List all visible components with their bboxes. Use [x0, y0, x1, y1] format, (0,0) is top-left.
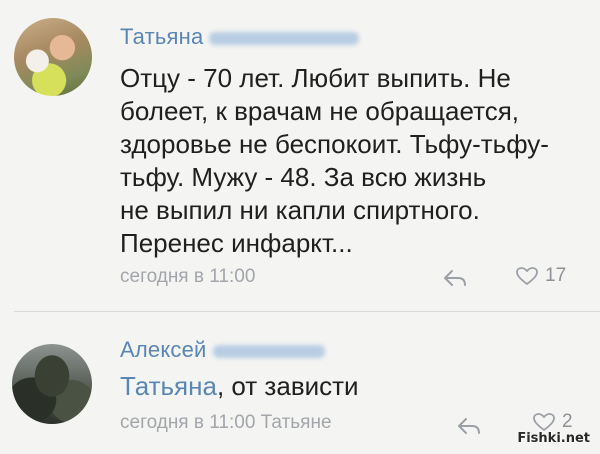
avatar[interactable]: [14, 18, 92, 96]
comment-timestamp[interactable]: сегодня в 11:00: [120, 266, 255, 288]
like-button[interactable]: 2: [532, 411, 573, 433]
heart-outline-icon: [516, 267, 538, 285]
watermark: Fishki.net: [517, 431, 590, 446]
reply-text: , от зависти: [216, 371, 359, 401]
comment-author[interactable]: Татьяна: [120, 24, 360, 50]
comment-text: Татьяна, от зависти: [120, 370, 590, 403]
reply-arrow-icon[interactable]: [456, 416, 482, 436]
comment-text-line: не выпил ни капли спиртного.: [120, 195, 480, 225]
comment-author[interactable]: Алексей: [120, 337, 325, 363]
like-count: 2: [562, 411, 573, 432]
comment-text-line: болеет, к врачам не обращается,: [120, 96, 520, 126]
comment-text: Отцу - 70 лет. Любит выпить. Не болеет, …: [120, 62, 590, 260]
comment-text-line: Отцу - 70 лет. Любит выпить. Не: [120, 63, 511, 93]
like-button[interactable]: 17: [515, 265, 566, 287]
comment-text-line: Татьяна, от зависти: [120, 370, 590, 403]
blurred-surname: [212, 344, 325, 358]
avatar[interactable]: [12, 344, 92, 424]
heart-outline-icon: [533, 413, 555, 431]
reply-mention-link[interactable]: Татьяна: [120, 371, 217, 401]
comment-timestamp[interactable]: сегодня в 11:00 Татьяне: [120, 412, 332, 434]
divider: [14, 311, 600, 312]
comment-text-line: Перенес инфаркт...: [120, 228, 353, 258]
comment-text-line: здоровье не беспокоит. Тьфу-тьфу-: [120, 129, 549, 159]
author-name[interactable]: Татьяна: [120, 24, 203, 49]
reply-arrow-icon[interactable]: [442, 268, 468, 288]
blurred-surname: [209, 31, 360, 45]
comment-text-line: тьфу. Мужу - 48. За всю жизнь: [120, 162, 487, 192]
author-name[interactable]: Алексей: [120, 337, 207, 362]
like-count: 17: [545, 265, 567, 286]
